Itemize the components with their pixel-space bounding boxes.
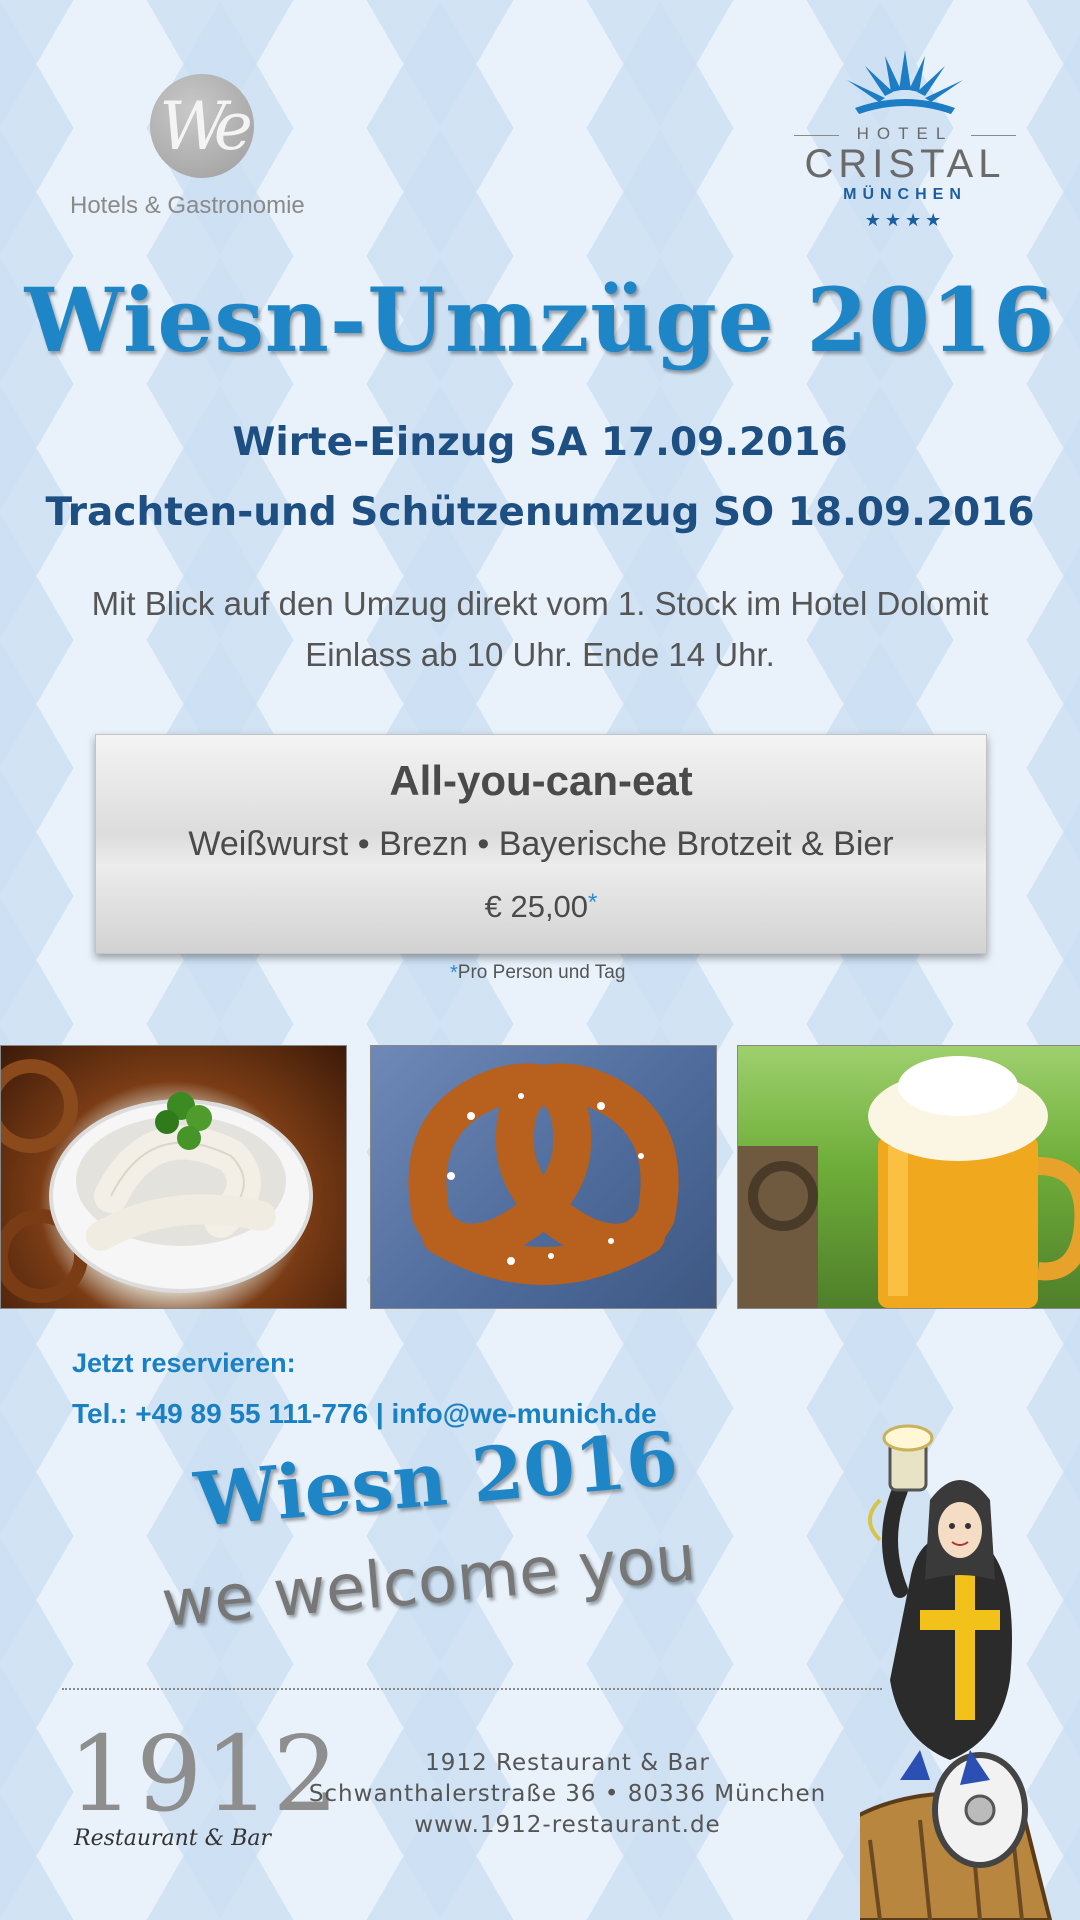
cristal-city: MÜNCHEN: [843, 186, 967, 203]
restaurant-name: 1912 Restaurant & Bar: [425, 1750, 710, 1776]
restaurant-address: Schwanthalerstraße 36 • 80336 München: [308, 1781, 827, 1807]
offer-price-line: € 25,00*: [96, 889, 986, 925]
offer-title: All-you-can-eat: [389, 757, 693, 804]
reserve-label: Jetzt reservieren:: [72, 1348, 296, 1378]
beer-mug-illustration: [738, 1056, 1080, 1308]
we-logo-tagline: Hotels & Gastronomie: [70, 192, 305, 219]
footnote-asterisk: *: [450, 962, 458, 984]
event-date-trachtenumzug: Trachten-und Schützenumzug SO 18.09.2016: [45, 490, 1035, 535]
cristal-name: CRISTAL: [804, 142, 1006, 186]
slogan-title: Wiesn 2016: [191, 1415, 682, 1544]
pretzel-illustration: [408, 1063, 679, 1285]
offer-panel: All-you-can-eat Weißwurst • Brezn • Baye…: [95, 734, 987, 954]
cristal-stars: ★★★★: [864, 210, 946, 231]
offer-price-asterisk: *: [588, 889, 598, 916]
restaurant-1912-logo: 1912 Restaurant & Bar: [60, 1722, 339, 1852]
offer-items: Weißwurst • Brezn • Bayerische Brotzeit …: [188, 825, 894, 863]
hotel-cristal-logo: HOTEL CRISTAL MÜNCHEN ★★★★: [780, 46, 1030, 236]
we-hotels-logo: We Hotels & Gastronomie: [70, 70, 350, 230]
crown-icon: [847, 50, 963, 114]
footnote-text: Pro Person und Tag: [457, 962, 626, 983]
price-footnote: *Pro Person und Tag: [450, 962, 625, 985]
weisswurst-photo: [0, 1045, 347, 1309]
we-logo-mark: We: [150, 74, 254, 178]
logo-1912-subtitle: Restaurant & Bar: [74, 1826, 272, 1851]
event-date-wirte-einzug: Wirte-Einzug SA 17.09.2016: [232, 420, 848, 465]
time-info: Einlass ab 10 Uhr. Ende 14 Uhr.: [305, 636, 775, 673]
venue-info: Mit Blick auf den Umzug direkt vom 1. St…: [91, 585, 989, 622]
we-logo-mark-text: We: [159, 88, 253, 165]
muenchner-kindl-illustration: [860, 1424, 1053, 1920]
page-title: Wiesn-Umzüge 2016: [24, 268, 1056, 372]
weisswurst-illustration: [1, 1059, 313, 1303]
cristal-hotel-label: HOTEL: [856, 124, 954, 143]
offer-price: € 25,00: [484, 889, 589, 924]
restaurant-website-link[interactable]: www.1912-restaurant.de: [300, 1812, 835, 1838]
beer-photo: [737, 1045, 1080, 1309]
footer-divider: [62, 1688, 882, 1690]
brezn-photo: [370, 1045, 717, 1309]
